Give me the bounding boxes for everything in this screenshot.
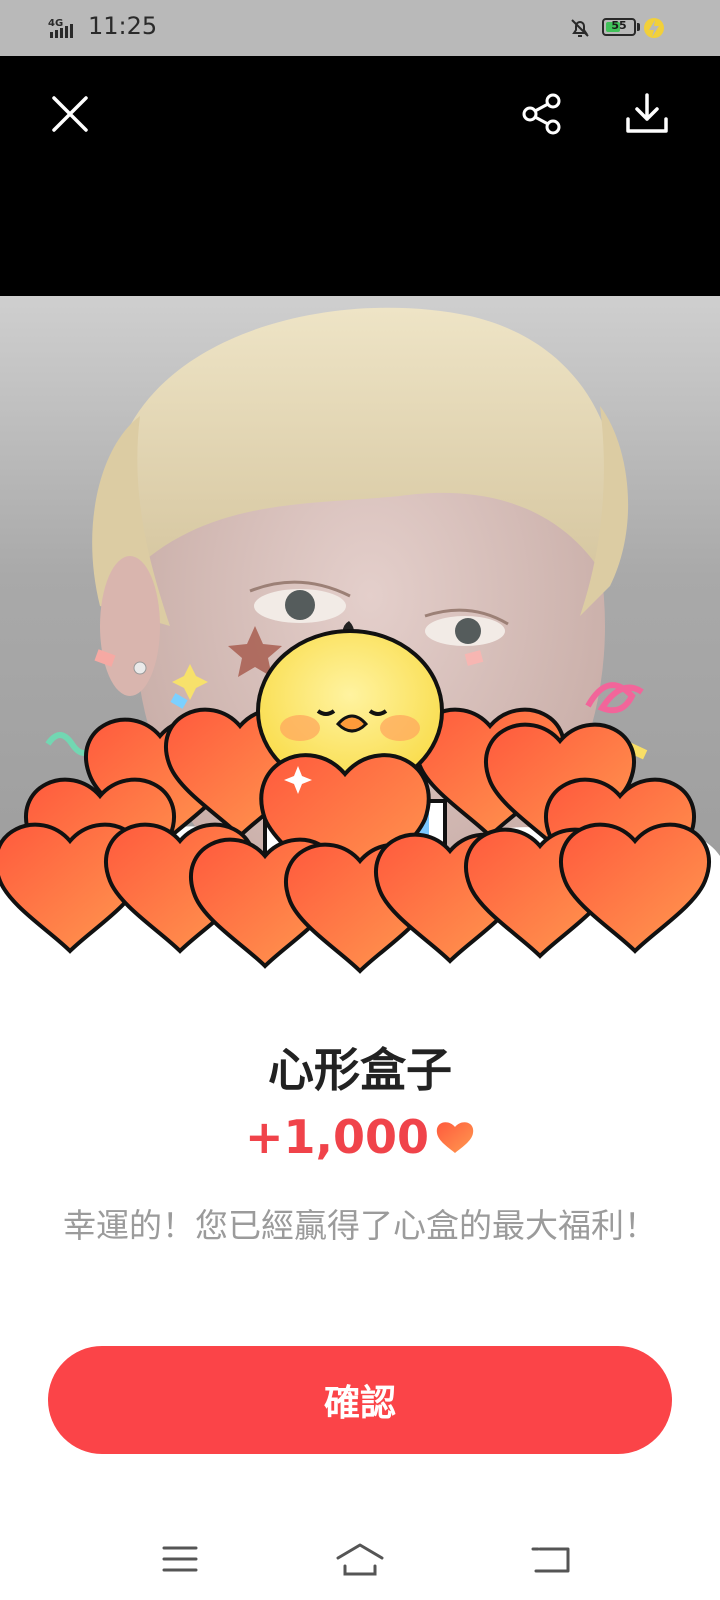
home-icon	[336, 1543, 384, 1576]
dialog-title: 心形盒子	[268, 1043, 452, 1097]
battery-tip	[637, 23, 640, 31]
confirm-button[interactable]: 確認	[48, 1346, 672, 1454]
status-time: 11:25	[88, 12, 158, 40]
back-button[interactable]	[520, 1534, 580, 1584]
reward-amount: +1,000	[244, 1110, 430, 1164]
signal-icon: 4G	[48, 18, 73, 38]
photo-art	[0, 307, 720, 996]
back-icon	[531, 1547, 570, 1573]
reward-message: 幸運的！您已經贏得了心盒的最大福利！	[63, 1206, 657, 1245]
reward-illustration	[0, 296, 720, 996]
download-icon	[626, 93, 668, 133]
close-button[interactable]	[42, 86, 98, 142]
status-bar: 4G 11:25 55	[0, 0, 720, 56]
download-button[interactable]	[619, 86, 675, 142]
reward-row: +1,000	[0, 1110, 720, 1164]
share-icon	[522, 93, 561, 135]
viewer-toolbar	[0, 56, 720, 296]
battery-level: 55	[611, 19, 627, 32]
system-nav-bar	[0, 1520, 720, 1600]
menu-icon	[162, 1546, 198, 1572]
bell-off-icon	[571, 19, 589, 37]
close-icon	[52, 96, 88, 132]
svg-text:4G: 4G	[48, 18, 63, 29]
share-button[interactable]	[514, 86, 570, 142]
battery-icon: 55	[602, 18, 636, 36]
charging-icon	[644, 18, 664, 38]
home-button[interactable]	[330, 1534, 390, 1584]
menu-button[interactable]	[150, 1534, 210, 1584]
heart-icon	[436, 1122, 474, 1153]
